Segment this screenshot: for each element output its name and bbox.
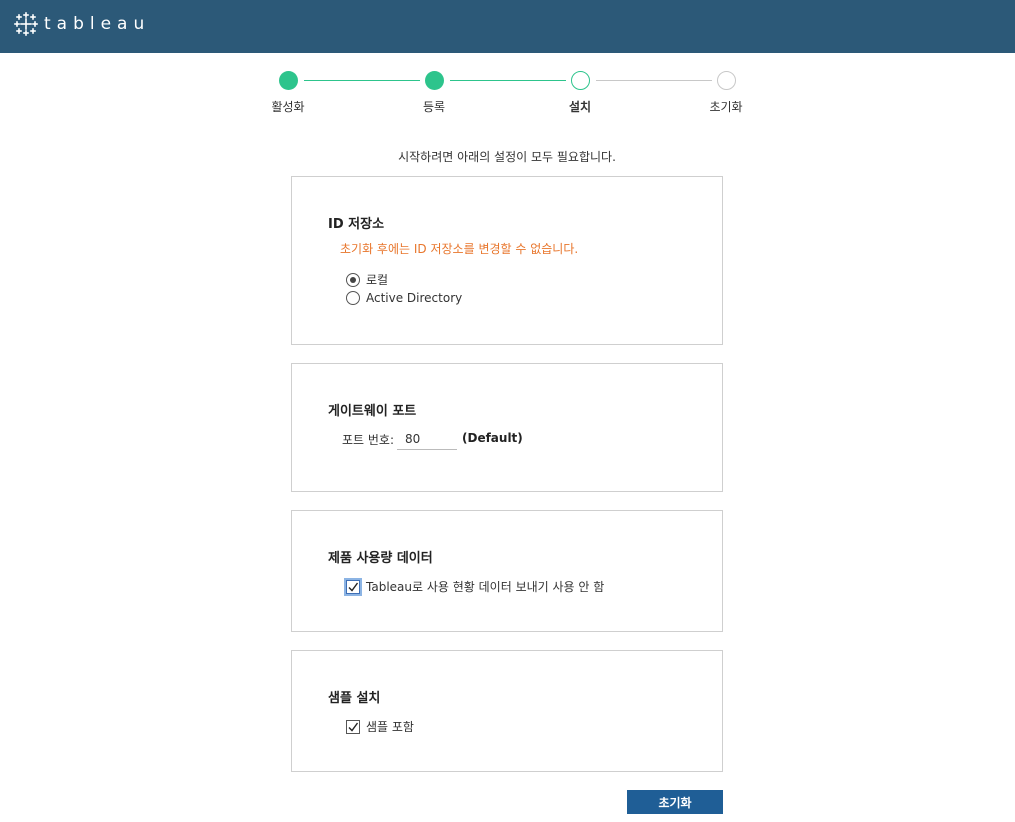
identity-store-card: ID 저장소 초기화 후에는 ID 저장소를 변경할 수 없습니다. 로컬 Ac…: [291, 176, 723, 345]
usage-optout-label: Tableau로 사용 현황 데이터 보내기 사용 안 함: [366, 580, 605, 594]
intro-text: 시작하려면 아래의 설정이 모두 필요합니다.: [398, 150, 616, 164]
step-connector: [596, 80, 712, 81]
identity-store-warning: 초기화 후에는 ID 저장소를 변경할 수 없습니다.: [340, 242, 579, 256]
usage-data-title: 제품 사용량 데이터: [328, 551, 433, 566]
step-register-label: 등록: [422, 100, 446, 114]
samples-title: 샘플 설치: [328, 691, 381, 706]
include-samples-checkbox-row[interactable]: 샘플 포함: [346, 718, 414, 735]
gateway-port-card: 게이트웨이 포트 포트 번호: (Default): [291, 363, 723, 492]
step-install-dot: [571, 71, 590, 90]
checkmark-icon: [348, 722, 359, 732]
port-number-input[interactable]: [397, 428, 457, 450]
radio-selected-dot: [350, 276, 356, 283]
step-connector: [450, 80, 566, 81]
setup-stepper: 활성화 등록 설치 초기화: [0, 68, 1015, 118]
logo-text: tableau: [44, 14, 151, 34]
identity-store-title: ID 저장소: [328, 217, 385, 232]
gateway-port-title: 게이트웨이 포트: [328, 404, 417, 419]
include-samples-checkbox[interactable]: [346, 719, 360, 734]
radio-local[interactable]: 로컬: [346, 271, 388, 288]
samples-card: 샘플 설치 샘플 포함: [291, 650, 723, 772]
checkmark-icon: [348, 582, 359, 592]
step-initialize-label: 초기화: [709, 100, 743, 114]
usage-optout-checkbox[interactable]: [344, 577, 362, 596]
port-default-label: (Default): [462, 431, 523, 445]
step-activate-label: 활성화: [271, 100, 305, 114]
radio-active-directory-label: Active Directory: [366, 291, 463, 305]
usage-data-card: 제품 사용량 데이터 Tableau로 사용 현황 데이터 보내기 사용 안 함: [291, 510, 723, 632]
radio-local-label: 로컬: [366, 273, 389, 287]
tableau-logo-icon: [14, 12, 38, 36]
tableau-logo[interactable]: tableau: [14, 10, 150, 38]
usage-optout-checkbox-row[interactable]: Tableau로 사용 현황 데이터 보내기 사용 안 함: [344, 577, 605, 596]
step-register-dot: [425, 71, 444, 90]
radio-button[interactable]: [346, 291, 360, 305]
initialize-button[interactable]: 초기화: [627, 790, 723, 814]
step-install-label: 설치: [568, 100, 592, 114]
radio-button[interactable]: [346, 272, 360, 287]
step-activate-dot: [279, 71, 298, 90]
step-initialize-dot: [717, 71, 736, 90]
top-bar: tableau: [0, 0, 1015, 53]
radio-active-directory[interactable]: Active Directory: [346, 291, 462, 305]
port-number-label: 포트 번호:: [342, 433, 395, 447]
include-samples-label: 샘플 포함: [366, 720, 414, 734]
step-connector: [304, 80, 420, 81]
